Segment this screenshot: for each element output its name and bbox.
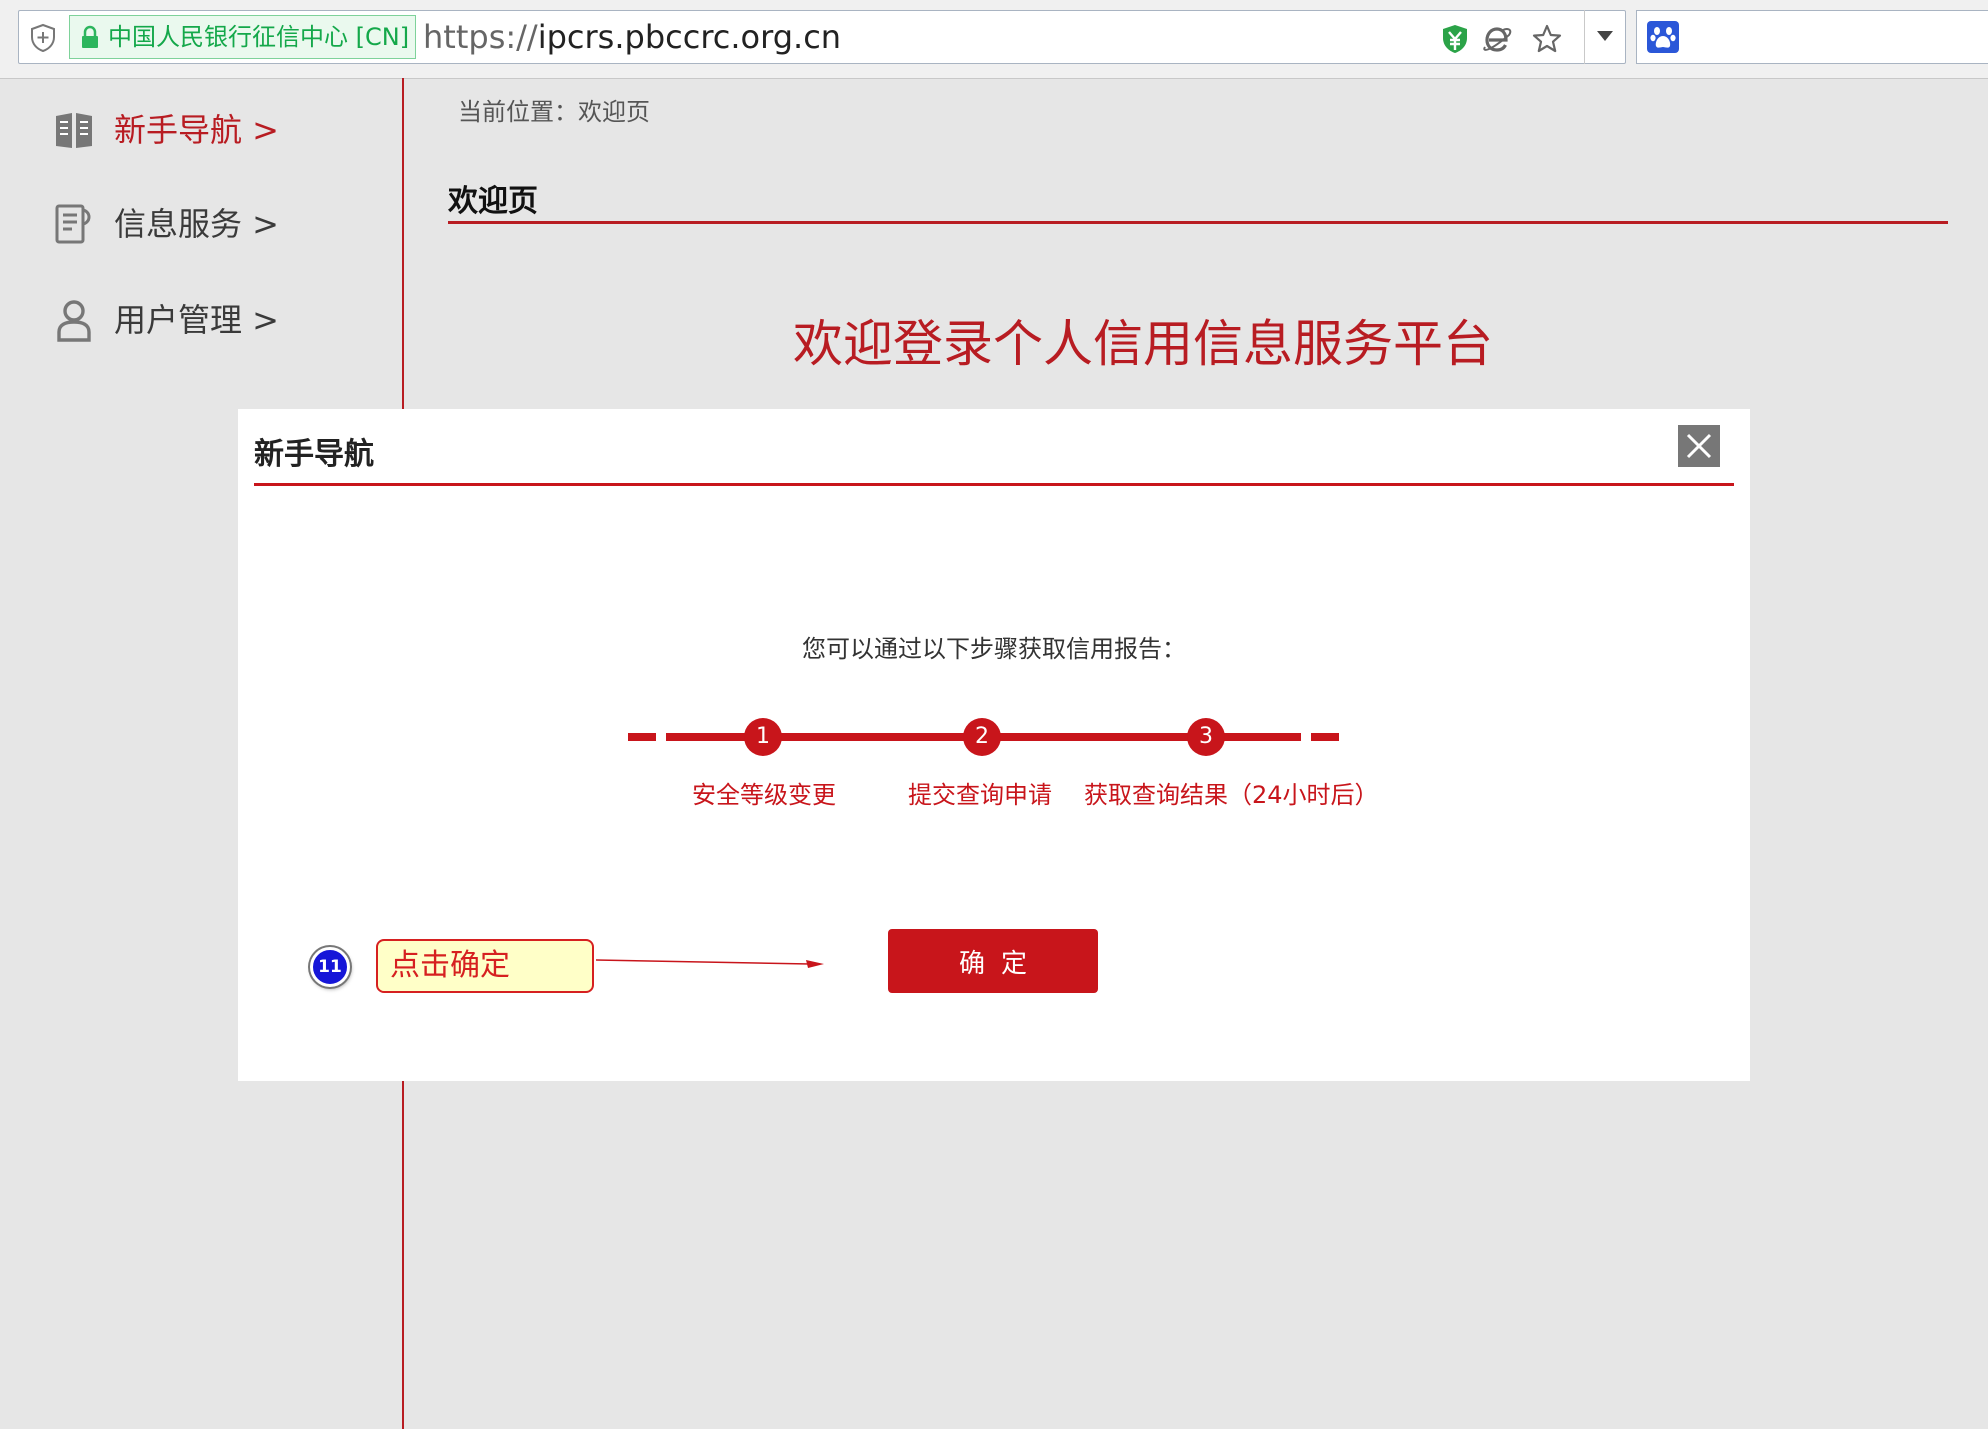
book-icon [56,113,92,148]
security-shield-icon[interactable] [1439,23,1471,55]
search-box[interactable] [1636,10,1988,64]
dialog-intro-text: 您可以通过以下步骤获取信用报告： [802,635,1186,663]
annotation-callout: 点击确定 [376,939,594,993]
document-icon [55,204,91,244]
welcome-heading: 欢迎登录个人信用信息服务平台 [793,315,1493,373]
url-text[interactable]: https://ipcrs.pbccrc.org.cn [423,11,841,63]
sidebar-item-label: 用户管理 > [114,301,279,339]
dialog-title: 新手导航 [254,437,374,472]
shield-plus-icon[interactable] [29,23,57,53]
step-2-label: 提交查询申请 [908,781,1052,809]
breadcrumb: 当前位置：欢迎页 [458,98,650,126]
annotation-arrow [596,959,824,968]
sidebar-item-label: 新手导航 > [114,111,279,149]
step-3-label: 获取查询结果（24小时后） [1084,781,1379,809]
dialog-close-button[interactable] [1678,425,1720,467]
site-identity-text: 中国人民银行征信中心 [CN] [108,23,410,51]
dialog-title-divider [254,483,1734,486]
sidebar-item-label: 信息服务 > [114,205,279,243]
address-bar[interactable]: 中国人民银行征信中心 [CN] https://ipcrs.pbccrc.org… [18,10,1626,64]
page-title: 欢迎页 [448,184,538,219]
page-title-divider [448,221,1948,224]
steps-progress: 1 2 3 安全等级变更 提交查询申请 获取查询结果（24小时后） [628,715,1379,835]
chevron-down-icon [1597,31,1613,41]
browser-toolbar: 中国人民银行征信中心 [CN] https://ipcrs.pbccrc.org… [0,0,1988,79]
baidu-paw-icon [1647,21,1679,53]
steps-track [628,718,1339,756]
step-1-label: 安全等级变更 [692,781,836,809]
ie-compat-icon[interactable] [1481,23,1513,55]
confirm-button[interactable]: 确定 [888,929,1098,993]
lock-icon [82,25,98,48]
annotation-step-number: 11 [310,947,350,987]
url-protocol: https:// [423,18,538,56]
url-host: ipcrs.pbccrc.org.cn [537,18,842,56]
star-bookmark-icon[interactable] [1531,23,1563,55]
user-icon [57,300,91,342]
url-dropdown-button[interactable] [1584,10,1625,64]
site-identity-badge[interactable]: 中国人民银行征信中心 [CN] [69,15,417,59]
beginner-guide-dialog: 新手导航 您可以通过以下步骤获取信用报告： 1 2 3 安全等级变更 提交查询申… [238,409,1750,1081]
close-icon [1686,433,1712,459]
